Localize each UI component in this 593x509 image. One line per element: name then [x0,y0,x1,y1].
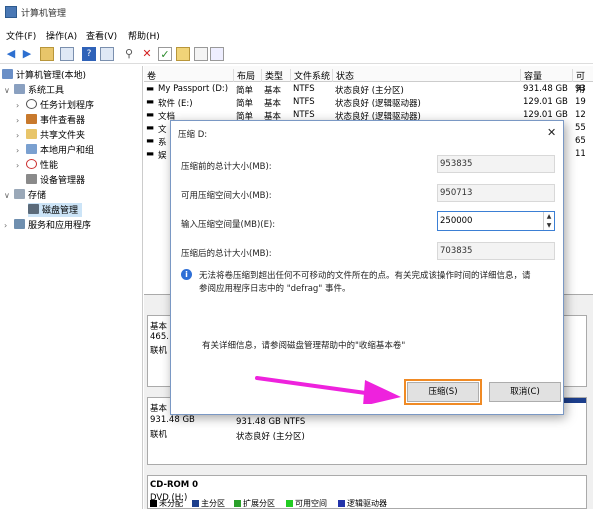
col-filesystem[interactable]: 文件系统 [290,69,330,82]
cancel-button[interactable]: 取消(C) [489,382,561,402]
help-text: 有关详细信息，请参阅磁盘管理帮助中的"收缩基本卷" [202,341,406,351]
chevron-down-icon[interactable]: ∨ [4,86,14,95]
connect-icon[interactable]: ⚲ [122,47,136,61]
tree-item-system-tools[interactable]: ∨ 系统工具 [4,83,64,97]
quantity-stepper[interactable]: ▲ ▼ [543,212,554,230]
event-viewer-icon [26,114,37,124]
available-field: 950713 [437,184,555,202]
menu-file[interactable]: 文件(F) [6,29,36,42]
available-label: 可用压缩空间大小(MB): [181,191,272,201]
menu-action[interactable]: 操作(A) [46,29,77,42]
chevron-right-icon[interactable]: › [16,116,26,125]
volume-icon: ▬ [146,84,155,94]
chevron-right-icon[interactable]: › [16,131,26,140]
performance-icon [26,159,37,169]
users-icon [26,144,37,154]
show-hide-tree-icon[interactable] [60,47,74,61]
tools-icon [14,84,25,94]
forward-icon[interactable]: ▶ [20,47,34,61]
volume-icon: ▬ [146,110,155,120]
tree-item-event-viewer[interactable]: › 事件查看器 [16,113,85,127]
volume-icon: ▬ [146,149,155,159]
total-before-field: 953835 [437,155,555,173]
shared-folder-icon [26,129,37,139]
delete-icon[interactable]: ✕ [140,47,154,61]
tree-item-root[interactable]: 计算机管理(本地) [2,68,86,82]
view-icon[interactable] [210,47,224,61]
col-layout[interactable]: 布局 [233,69,255,82]
total-before-label: 压缩前的总计大小(MB): [181,162,272,172]
table-row[interactable]: ▬ 软件 (E:) 简单 基本 NTFS 状态良好 (逻辑驱动器) 129.01… [144,96,593,109]
tree-item-device-manager[interactable]: 设备管理器 [26,173,85,187]
volume-list-header: 卷 布局 类型 文件系统 状态 容量 可用 [144,66,593,95]
folder-up-icon[interactable] [40,47,54,61]
console-tree: 计算机管理(本地) ∨ 系统工具 › 任务计划程序 › 事件查看器 › 共享文件夹 › 本… [0,66,143,509]
col-type[interactable]: 类型 [261,69,283,82]
chevron-right-icon[interactable]: › [16,101,26,110]
toolbar: ◀ ▶ ? ⚲ ✕ ✓ [0,44,593,64]
col-capacity[interactable]: 容量 [520,69,542,82]
storage-icon [14,189,25,199]
shrink-button[interactable]: 压缩(S) [407,382,479,402]
window-title: 计算机管理 [21,9,67,19]
col-volume[interactable]: 卷 [144,69,156,82]
tree-item-task-scheduler[interactable]: › 任务计划程序 [16,98,94,112]
computer-management-icon [5,6,17,18]
open-icon[interactable] [176,47,190,61]
volume-icon: ▬ [146,97,155,107]
close-icon[interactable]: ✕ [547,126,556,139]
volume-icon: ▬ [146,123,155,133]
dialog-title: 压缩 D: [178,130,208,140]
title-bar: 计算机管理 [0,0,593,24]
table-row[interactable]: ▬ My Passport (D:) 简单 基本 NTFS 状态良好 (主分区)… [144,83,593,96]
check-icon[interactable]: ✓ [158,47,172,61]
chevron-right-icon[interactable]: › [4,221,14,230]
menu-bar: 文件(F) 操作(A) 查看(V) 帮助(H) [0,26,593,44]
chevron-right-icon[interactable]: › [16,161,26,170]
legend-swatch [192,500,199,507]
tree-item-local-users[interactable]: › 本地用户和组 [16,143,94,157]
legend-swatch [150,500,157,507]
clock-icon [26,99,37,109]
shrink-amount-label: 输入压缩空间量(MB)(E): [181,220,276,230]
help-icon[interactable]: ? [82,47,96,61]
chevron-down-icon[interactable]: ∨ [4,191,14,200]
legend: 未分配 主分区 扩展分区 可用空间 逻辑驱动器 [150,498,590,509]
volume-icon: ▬ [146,136,155,146]
menu-help[interactable]: 帮助(H) [128,29,160,42]
pointer-arrow-icon [255,376,401,404]
info-icon: i [181,269,192,280]
col-free[interactable]: 可用 [572,69,593,95]
back-icon[interactable]: ◀ [4,47,18,61]
tree-item-storage[interactable]: ∨ 存储 [4,188,46,202]
tree-item-performance[interactable]: › 性能 [16,158,58,172]
properties-icon[interactable] [100,47,114,61]
shrink-amount-input[interactable]: 250000 [437,211,555,231]
info-message: i 无法将卷压缩到超出任何不可移动的文件所在的点。有关完成该操作时间的详细信息，… [177,266,557,300]
tree-item-disk-management[interactable]: 磁盘管理 [28,203,83,217]
dialog-title-bar: 压缩 D: ✕ [171,121,563,145]
tree-item-services[interactable]: › 服务和应用程序 [4,218,91,232]
page-icon[interactable] [194,47,208,61]
menu-view[interactable]: 查看(V) [86,29,117,42]
total-after-field: 703835 [437,242,555,260]
total-after-label: 压缩后的总计大小(MB): [181,249,272,259]
disk-management-icon [28,204,39,214]
legend-swatch [286,500,293,507]
computer-icon [2,69,13,79]
device-manager-icon [26,174,37,184]
legend-swatch [338,500,345,507]
col-status[interactable]: 状态 [332,69,354,82]
legend-swatch [234,500,241,507]
tree-item-shared-folders[interactable]: › 共享文件夹 [16,128,85,142]
services-icon [14,219,25,229]
chevron-right-icon[interactable]: › [16,146,26,155]
